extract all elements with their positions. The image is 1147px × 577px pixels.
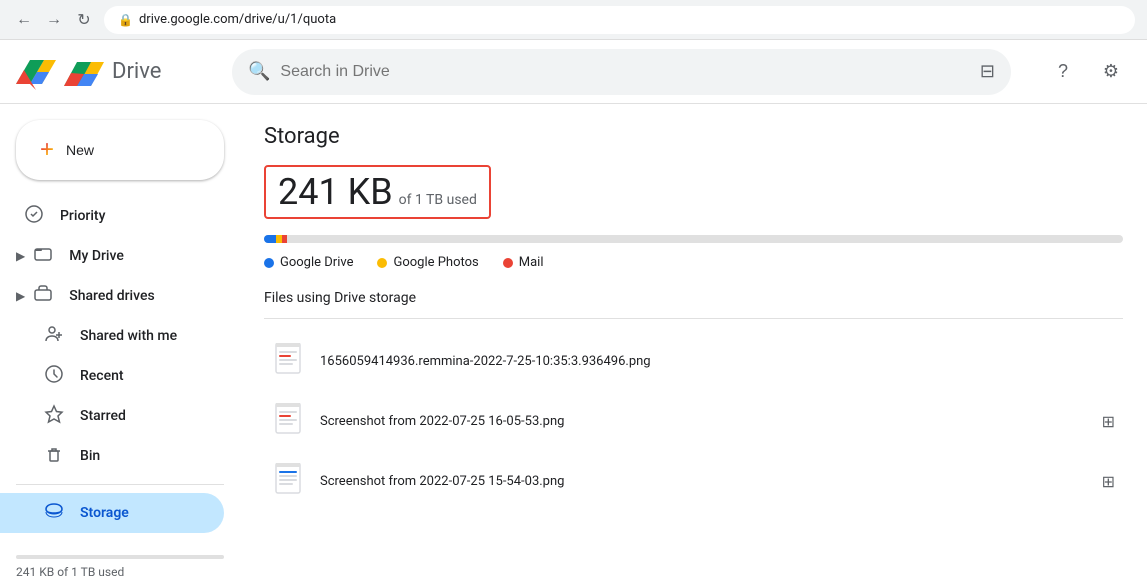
storage-suffix: of 1 TB used (399, 192, 477, 208)
sidebar-storage-text: 241 KB of 1 TB used (16, 565, 224, 577)
main-content: Storage 241 KB of 1 TB used Google Drive… (240, 104, 1147, 577)
sidebar-item-priority[interactable]: Priority (0, 196, 224, 236)
sidebar: + New Priority ▶ My Drive ▶ (0, 104, 240, 577)
sidebar-item-shared-with-me[interactable]: Shared with me (0, 316, 224, 356)
new-button[interactable]: + New (16, 120, 224, 180)
files-section-title: Files using Drive storage (264, 290, 1123, 306)
top-bar: Drive 🔍 ⊟ ? ⚙ (0, 40, 1147, 104)
forward-button[interactable]: → (42, 8, 66, 32)
app-title: Drive (112, 59, 161, 84)
file-info-icon-1[interactable]: ⊞ (1102, 412, 1115, 431)
app-layout: Drive 🔍 ⊟ ? ⚙ + New Priority (0, 40, 1147, 577)
photos-legend-label: Google Photos (393, 255, 478, 270)
address-bar[interactable]: 🔒 drive.google.com/drive/u/1/quota (104, 6, 1135, 34)
file-list: 1656059414936.remmina-2022-7-25-10:35:3.… (264, 331, 1123, 511)
shared-drives-icon (33, 284, 53, 309)
file-thumb-0 (272, 341, 308, 381)
search-bar[interactable]: 🔍 ⊟ (232, 49, 1011, 95)
sidebar-item-my-drive-label: My Drive (69, 248, 124, 264)
sidebar-item-shared-drives[interactable]: ▶ Shared drives (0, 276, 224, 316)
bin-icon (44, 444, 64, 469)
logo-area: Drive (16, 54, 216, 90)
file-thumb-1 (272, 401, 308, 441)
gdrive-legend-label: Google Drive (280, 255, 353, 270)
my-drive-icon (33, 244, 53, 269)
gdrive-progress-segment (264, 235, 276, 243)
search-input[interactable] (280, 63, 969, 81)
mail-legend-dot (503, 258, 513, 268)
mail-progress-segment (282, 235, 287, 243)
sidebar-storage-bar (16, 555, 224, 559)
browser-nav: ← → ↻ (12, 8, 96, 32)
file-item-2[interactable]: Screenshot from 2022-07-25 15-54-03.png … (264, 451, 1123, 511)
sidebar-item-starred[interactable]: Starred (0, 396, 224, 436)
file-item-1[interactable]: Screenshot from 2022-07-25 16-05-53.png … (264, 391, 1123, 451)
page-title: Storage (264, 124, 1123, 149)
divider (264, 318, 1123, 319)
starred-icon (44, 404, 64, 429)
storage-icon (44, 501, 64, 526)
my-drive-expand[interactable]: ▶ (16, 249, 25, 263)
body-area: + New Priority ▶ My Drive ▶ (0, 104, 1147, 577)
file-info-icon-2[interactable]: ⊞ (1102, 472, 1115, 491)
recent-icon (44, 364, 64, 389)
sidebar-item-my-drive[interactable]: ▶ My Drive (0, 236, 224, 276)
drive-logo-triangle (64, 54, 104, 90)
photos-legend-dot (377, 258, 387, 268)
storage-progress-bar (264, 235, 1123, 243)
sidebar-item-storage-label: Storage (80, 505, 129, 521)
file-name-0: 1656059414936.remmina-2022-7-25-10:35:3.… (320, 354, 1115, 369)
file-thumb-2 (272, 461, 308, 501)
reload-button[interactable]: ↻ (72, 8, 96, 32)
sidebar-item-bin-label: Bin (80, 448, 100, 464)
file-name-2: Screenshot from 2022-07-25 15-54-03.png (320, 474, 1090, 489)
new-button-label: New (66, 142, 94, 158)
storage-amount: 241 KB (278, 171, 393, 213)
sidebar-item-starred-label: Starred (80, 408, 126, 424)
help-button[interactable]: ? (1043, 52, 1083, 92)
top-right-actions: ? ⚙ (1043, 52, 1131, 92)
file-name-1: Screenshot from 2022-07-25 16-05-53.png (320, 414, 1090, 429)
gdrive-legend-dot (264, 258, 274, 268)
search-filter-icon[interactable]: ⊟ (980, 61, 995, 82)
search-icon: 🔍 (248, 61, 270, 82)
file-item-0[interactable]: 1656059414936.remmina-2022-7-25-10:35:3.… (264, 331, 1123, 391)
shared-drives-expand[interactable]: ▶ (16, 289, 25, 303)
sidebar-item-shared-drives-label: Shared drives (69, 288, 154, 304)
shared-with-me-icon (44, 324, 64, 349)
legend-mail: Mail (503, 255, 544, 270)
storage-legend: Google Drive Google Photos Mail (264, 255, 1123, 270)
browser-chrome: ← → ↻ 🔒 drive.google.com/drive/u/1/quota (0, 0, 1147, 40)
legend-gdrive: Google Drive (264, 255, 353, 270)
storage-usage-box: 241 KB of 1 TB used (264, 165, 491, 219)
mail-legend-label: Mail (519, 255, 544, 270)
lock-icon: 🔒 (118, 13, 133, 27)
sidebar-item-priority-label: Priority (60, 208, 105, 224)
sidebar-item-recent[interactable]: Recent (0, 356, 224, 396)
settings-button[interactable]: ⚙ (1091, 52, 1131, 92)
drive-logo-icon (16, 54, 56, 90)
priority-icon (24, 204, 44, 229)
sidebar-item-shared-with-me-label: Shared with me (80, 328, 177, 344)
new-plus-icon: + (40, 136, 54, 164)
sidebar-bottom: 241 KB of 1 TB used (0, 541, 240, 577)
back-button[interactable]: ← (12, 8, 36, 32)
sidebar-item-bin[interactable]: Bin (0, 436, 224, 476)
legend-photos: Google Photos (377, 255, 478, 270)
url-text: drive.google.com/drive/u/1/quota (139, 12, 336, 27)
sidebar-item-storage[interactable]: Storage (0, 493, 224, 533)
sidebar-item-recent-label: Recent (80, 368, 124, 384)
